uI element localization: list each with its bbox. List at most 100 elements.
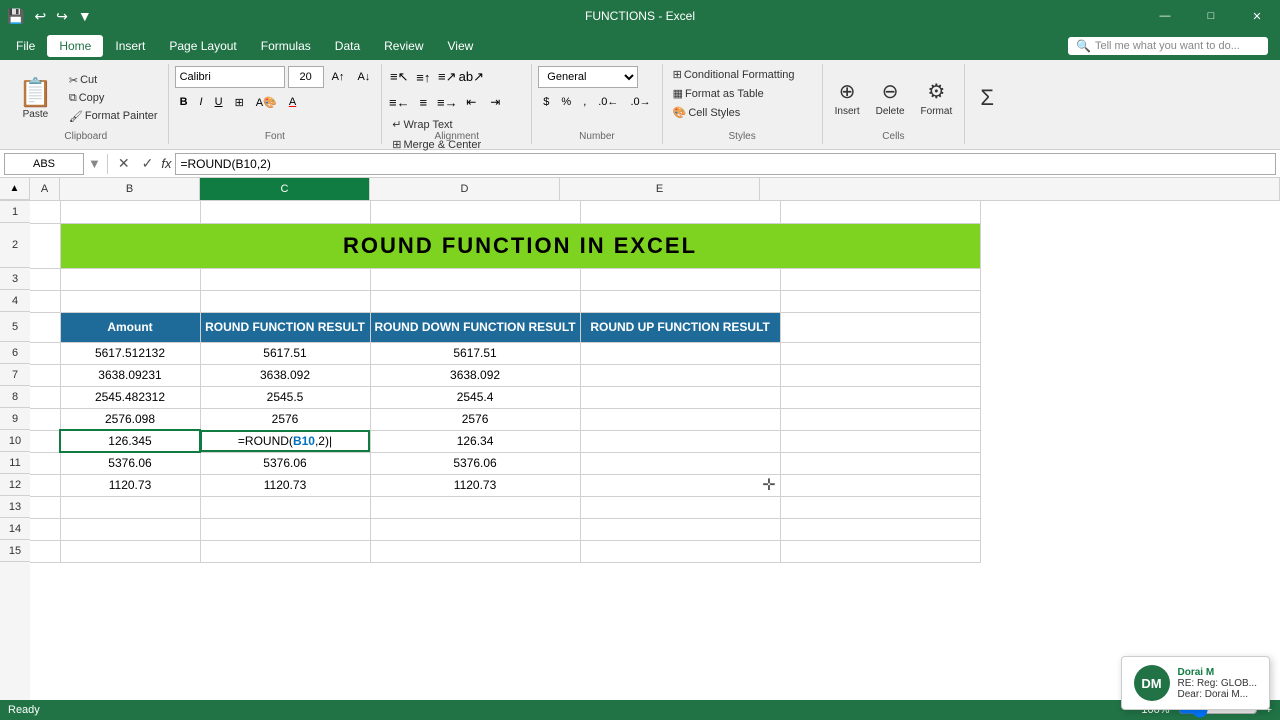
cell-c13[interactable] [200, 496, 370, 518]
align-top-left-button[interactable]: ≡↖ [388, 66, 410, 88]
delete-button[interactable]: ⊖ Delete [870, 69, 911, 127]
cell-a6[interactable] [30, 342, 60, 364]
cell-e14[interactable] [580, 518, 780, 540]
fill-color-button[interactable]: A🎨 [251, 91, 282, 113]
col-header-a[interactable]: A [30, 178, 60, 200]
cell-b12[interactable]: 1120.73 [60, 474, 200, 496]
cell-b7[interactable]: 3638.09231 [60, 364, 200, 386]
cell-f8[interactable] [780, 386, 980, 408]
cell-a14[interactable] [30, 518, 60, 540]
maximize-button[interactable]: □ [1188, 0, 1234, 32]
row-header-12[interactable]: 12 [0, 474, 30, 496]
cell-d6[interactable]: 5617.51 [370, 342, 580, 364]
cell-f1[interactable] [780, 201, 980, 223]
italic-button[interactable]: I [195, 91, 208, 113]
name-box-input[interactable] [4, 153, 84, 175]
menu-page-layout[interactable]: Page Layout [157, 35, 248, 57]
row-header-10[interactable]: 10 [0, 430, 30, 452]
percent-button[interactable]: % [556, 91, 576, 113]
cell-f14[interactable] [780, 518, 980, 540]
cell-e5-header[interactable]: ROUND UP FUNCTION RESULT [580, 312, 780, 342]
decrease-indent-button[interactable]: ⇤ [460, 91, 482, 113]
formula-input[interactable] [175, 153, 1276, 175]
align-center-button[interactable]: ≡ [412, 91, 434, 113]
conditional-formatting-button[interactable]: ⊞ Conditional Formatting [669, 66, 799, 83]
decrease-decimal-button[interactable]: .0← [593, 91, 623, 113]
cell-c4[interactable] [200, 290, 370, 312]
cell-c11[interactable]: 5376.06 [200, 452, 370, 474]
cell-c5-header[interactable]: ROUND FUNCTION RESULT [200, 312, 370, 342]
cell-c6[interactable]: 5617.51 [200, 342, 370, 364]
cell-e13[interactable] [580, 496, 780, 518]
row-header-11[interactable]: 11 [0, 452, 30, 474]
cell-d4[interactable] [370, 290, 580, 312]
cell-c15[interactable] [200, 540, 370, 562]
format-painter-button[interactable]: 🖌 Format Painter [65, 108, 162, 125]
menu-data[interactable]: Data [323, 35, 372, 57]
cell-c9[interactable]: 2576 [200, 408, 370, 430]
cell-b14[interactable] [60, 518, 200, 540]
cell-f3[interactable] [780, 268, 980, 290]
row-header-8[interactable]: 8 [0, 386, 30, 408]
row-header-3[interactable]: 3 [0, 268, 30, 290]
cell-c14[interactable] [200, 518, 370, 540]
align-top-center-button[interactable]: ≡↑ [412, 66, 434, 88]
confirm-edit-button[interactable]: ✓ [138, 155, 158, 172]
row-header-14[interactable]: 14 [0, 518, 30, 540]
cell-d14[interactable] [370, 518, 580, 540]
increase-indent-button[interactable]: ⇥ [484, 91, 506, 113]
menu-formulas[interactable]: Formulas [249, 35, 323, 57]
cell-f13[interactable] [780, 496, 980, 518]
cell-e8[interactable] [580, 386, 780, 408]
cell-b15[interactable] [60, 540, 200, 562]
cell-f11[interactable] [780, 452, 980, 474]
minimize-button[interactable]: — [1142, 0, 1188, 32]
align-left-button[interactable]: ≡← [388, 91, 410, 113]
cell-b10[interactable]: 126.345 [60, 430, 200, 452]
cell-f5[interactable] [780, 312, 980, 342]
redo-icon[interactable]: ↪ [53, 8, 71, 25]
cell-d9[interactable]: 2576 [370, 408, 580, 430]
col-header-d[interactable]: D [370, 178, 560, 200]
cell-b6[interactable]: 5617.512132 [60, 342, 200, 364]
row-header-1[interactable]: 1 [0, 201, 30, 223]
format-button[interactable]: ⚙ Format [915, 69, 959, 127]
cell-e3[interactable] [580, 268, 780, 290]
cell-d1[interactable] [370, 201, 580, 223]
cell-e1[interactable] [580, 201, 780, 223]
cell-e9[interactable] [580, 408, 780, 430]
menu-view[interactable]: View [436, 35, 486, 57]
save-icon[interactable]: 💾 [4, 8, 27, 25]
orientation-button[interactable]: ab↗ [460, 66, 482, 88]
borders-button[interactable]: ⊞ [230, 91, 249, 113]
cell-f7[interactable] [780, 364, 980, 386]
row-header-13[interactable]: 13 [0, 496, 30, 518]
quick-access-toolbar[interactable]: 💾 ↩ ↪ ▼ [4, 0, 95, 32]
increase-decimal-button[interactable]: .0→ [625, 91, 655, 113]
cell-e15[interactable] [580, 540, 780, 562]
bold-button[interactable]: B [175, 91, 193, 113]
font-size-input[interactable] [288, 66, 324, 88]
autosum-button[interactable]: Σ [971, 69, 1003, 127]
insert-button[interactable]: ⊕ Insert [829, 69, 866, 127]
cell-e10[interactable] [580, 430, 780, 452]
cell-f9[interactable] [780, 408, 980, 430]
cell-b4[interactable] [60, 290, 200, 312]
cell-styles-button[interactable]: 🎨 Cell Styles [669, 104, 745, 121]
cell-c3[interactable] [200, 268, 370, 290]
cell-c8[interactable]: 2545.5 [200, 386, 370, 408]
cell-d11[interactable]: 5376.06 [370, 452, 580, 474]
font-name-input[interactable] [175, 66, 285, 88]
cell-b5-header[interactable]: Amount [60, 312, 200, 342]
paste-button[interactable]: 📋 Paste [10, 69, 61, 127]
cut-button[interactable]: ✂ Cut [65, 72, 162, 89]
cell-c12[interactable]: 1120.73 [200, 474, 370, 496]
align-right-button[interactable]: ≡→ [436, 91, 458, 113]
row-header-7[interactable]: 7 [0, 364, 30, 386]
row-header-15[interactable]: 15 [0, 540, 30, 562]
cell-a9[interactable] [30, 408, 60, 430]
col-header-b[interactable]: B [60, 178, 200, 200]
cell-d8[interactable]: 2545.4 [370, 386, 580, 408]
currency-button[interactable]: $ [538, 91, 554, 113]
cell-f15[interactable] [780, 540, 980, 562]
